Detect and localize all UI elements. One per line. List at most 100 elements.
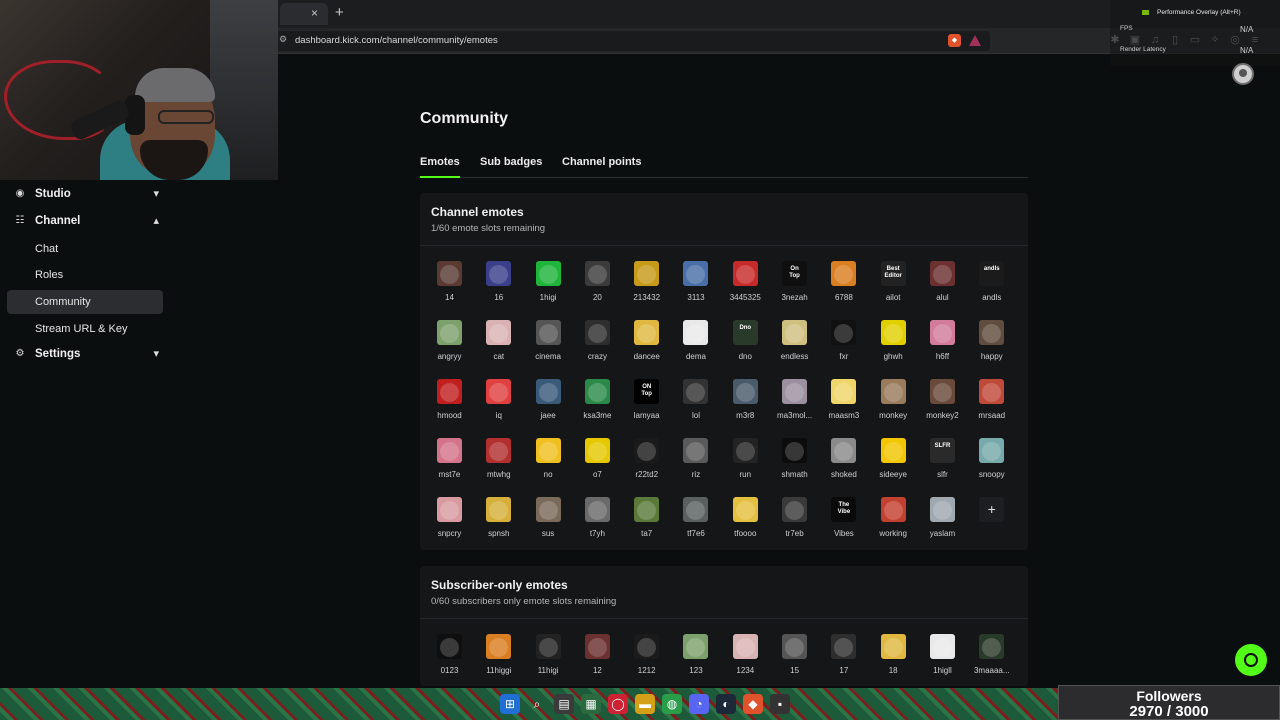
emote-item[interactable]: snpcry xyxy=(425,489,474,542)
emote-item[interactable]: t7yh xyxy=(573,489,622,542)
emote-item[interactable]: dancee xyxy=(622,312,671,365)
emote-item[interactable]: ma3mol... xyxy=(770,371,819,424)
emote-item[interactable]: mtwhg xyxy=(474,430,523,483)
steam-icon[interactable]: ◐ xyxy=(716,694,736,714)
sidebar-item-chat[interactable]: Chat xyxy=(7,237,163,261)
emote-item[interactable]: 16 xyxy=(474,253,523,306)
emote-item[interactable]: 3445325 xyxy=(721,253,770,306)
emote-item[interactable]: On Top 3nezah xyxy=(770,253,819,306)
emote-item[interactable]: 18 xyxy=(869,626,918,679)
emote-item[interactable]: fxr xyxy=(819,312,868,365)
emote-item[interactable]: 15 xyxy=(770,626,819,679)
emote-item[interactable]: cinema xyxy=(524,312,573,365)
emote-item[interactable]: sideeye xyxy=(869,430,918,483)
windows-start-icon[interactable]: ⊞ xyxy=(500,694,520,714)
emote-item[interactable]: angryy xyxy=(425,312,474,365)
emote-item[interactable]: The Vibe Vibes xyxy=(819,489,868,542)
address-bar[interactable]: ⚙ dashboard.kick.com/channel/community/e… xyxy=(276,31,990,51)
emote-item[interactable]: riz xyxy=(671,430,720,483)
browser-tab[interactable] xyxy=(280,3,328,25)
site-info-icon[interactable]: ⚙ xyxy=(279,34,287,45)
task-view-icon[interactable]: ▤ xyxy=(554,694,574,714)
emote-item[interactable]: happy xyxy=(967,312,1016,365)
emote-item[interactable]: 12 xyxy=(573,626,622,679)
emote-item[interactable]: mst7e xyxy=(425,430,474,483)
emote-item[interactable]: Best Editor ailot xyxy=(869,253,918,306)
discord-icon[interactable]: ◔ xyxy=(689,694,709,714)
emote-item[interactable]: Dno dno xyxy=(721,312,770,365)
emote-item[interactable]: shoked xyxy=(819,430,868,483)
emote-item[interactable]: lol xyxy=(671,371,720,424)
emote-item[interactable]: 1212 xyxy=(622,626,671,679)
emote-item[interactable]: dema xyxy=(671,312,720,365)
close-tab-icon[interactable]: × xyxy=(311,6,318,20)
emote-item[interactable]: SLFR slfr xyxy=(918,430,967,483)
help-button[interactable] xyxy=(1235,644,1267,676)
emote-item[interactable]: tf7e6 xyxy=(671,489,720,542)
emote-item[interactable]: 6788 xyxy=(819,253,868,306)
emote-item[interactable]: snoopy xyxy=(967,430,1016,483)
sidebar-item-studio[interactable]: ◉ Studio ▾ xyxy=(7,183,163,207)
emote-item[interactable]: 1higi xyxy=(524,253,573,306)
emote-item[interactable]: 17 xyxy=(819,626,868,679)
emote-item[interactable]: r22td2 xyxy=(622,430,671,483)
emote-item[interactable]: ksa3me xyxy=(573,371,622,424)
brave-rewards-icon[interactable] xyxy=(969,35,981,46)
brave-icon[interactable]: ◆ xyxy=(743,694,763,714)
emote-item[interactable]: crazy xyxy=(573,312,622,365)
emote-item[interactable]: 14 xyxy=(425,253,474,306)
emote-item[interactable]: working xyxy=(869,489,918,542)
emote-item[interactable]: 11higi xyxy=(524,626,573,679)
emote-item[interactable]: m3r8 xyxy=(721,371,770,424)
add-emote-button[interactable]: + xyxy=(967,489,1016,542)
emote-item[interactable]: 3maaaa... xyxy=(967,626,1016,679)
emote-item[interactable]: shmath xyxy=(770,430,819,483)
emote-item[interactable]: hmood xyxy=(425,371,474,424)
emote-item[interactable]: 0123 xyxy=(425,626,474,679)
app-icon[interactable]: ▪ xyxy=(770,694,790,714)
emote-item[interactable]: 1higll xyxy=(918,626,967,679)
emote-item[interactable]: 3113 xyxy=(671,253,720,306)
emote-item[interactable]: cat xyxy=(474,312,523,365)
emote-item[interactable]: ghwh xyxy=(869,312,918,365)
sidebar-item-settings[interactable]: ⚙ Settings ▾ xyxy=(7,343,163,367)
emote-item[interactable]: jaee xyxy=(524,371,573,424)
emote-item[interactable]: yaslam xyxy=(918,489,967,542)
tab-emotes[interactable]: Emotes xyxy=(420,156,460,178)
opera-icon[interactable]: ◯ xyxy=(608,694,628,714)
emote-item[interactable]: sus xyxy=(524,489,573,542)
emote-item[interactable]: iq xyxy=(474,371,523,424)
emote-item[interactable]: ta7 xyxy=(622,489,671,542)
emote-item[interactable]: andls andls xyxy=(967,253,1016,306)
sidebar-item-roles[interactable]: Roles xyxy=(7,263,163,287)
emote-item[interactable]: maasm3 xyxy=(819,371,868,424)
emote-item[interactable]: monkey xyxy=(869,371,918,424)
emote-item[interactable]: 20 xyxy=(573,253,622,306)
emote-item[interactable]: 1234 xyxy=(721,626,770,679)
emote-item[interactable]: tr7eb xyxy=(770,489,819,542)
new-tab-button[interactable]: + xyxy=(335,4,344,21)
widgets-icon[interactable]: ▦ xyxy=(581,694,601,714)
sidebar-item-channel[interactable]: ☷ Channel ▴ xyxy=(7,210,163,234)
folder-icon[interactable]: ▬ xyxy=(635,694,655,714)
emote-item[interactable]: run xyxy=(721,430,770,483)
emote-item[interactable]: endless xyxy=(770,312,819,365)
emote-item[interactable]: 213432 xyxy=(622,253,671,306)
tab-sub-badges[interactable]: Sub badges xyxy=(480,156,542,168)
emote-item[interactable]: mrsaad xyxy=(967,371,1016,424)
emote-item[interactable]: h6ff xyxy=(918,312,967,365)
chrome-icon[interactable]: ◍ xyxy=(662,694,682,714)
emote-item[interactable]: 11higgi xyxy=(474,626,523,679)
emote-item[interactable]: o7 xyxy=(573,430,622,483)
emote-item[interactable]: ON Top lamyaa xyxy=(622,371,671,424)
brave-shields-icon[interactable]: ◆ xyxy=(948,34,961,47)
search-icon[interactable]: ⌕ xyxy=(527,694,547,714)
user-avatar[interactable] xyxy=(1232,63,1254,85)
tab-channel-points[interactable]: Channel points xyxy=(562,156,641,168)
emote-item[interactable]: alul xyxy=(918,253,967,306)
sidebar-item-community[interactable]: Community xyxy=(7,290,163,314)
emote-item[interactable]: monkey2 xyxy=(918,371,967,424)
emote-item[interactable]: spnsh xyxy=(474,489,523,542)
emote-item[interactable]: no xyxy=(524,430,573,483)
emote-item[interactable]: tfoooo xyxy=(721,489,770,542)
